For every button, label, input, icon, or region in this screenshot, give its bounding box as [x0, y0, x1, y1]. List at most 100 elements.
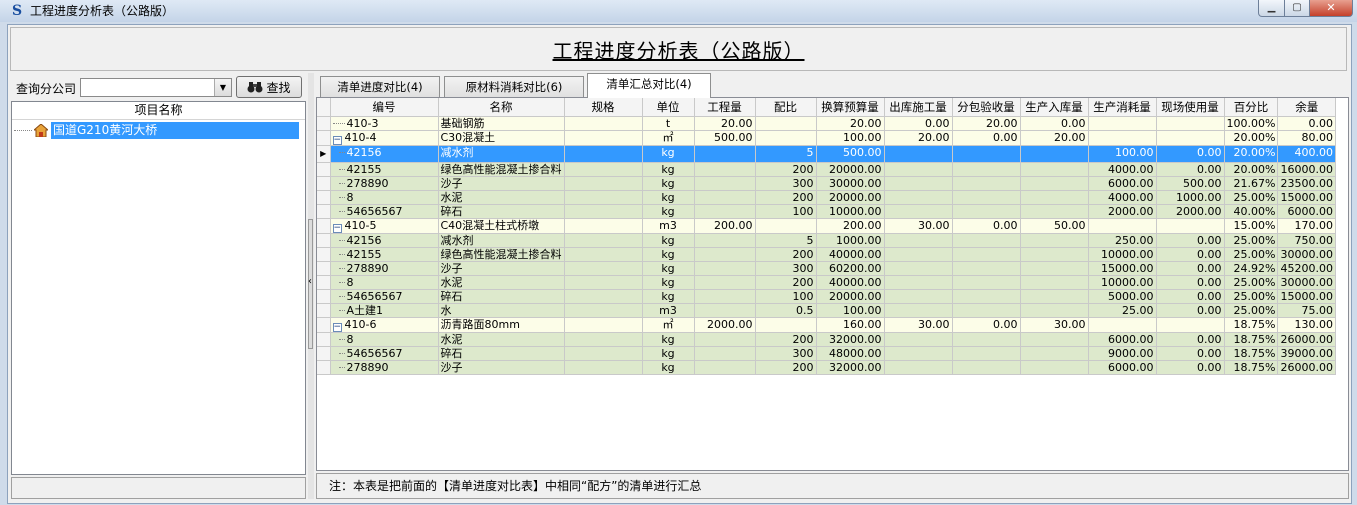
- table-cell[interactable]: kg: [642, 289, 695, 304]
- tab-list-summary[interactable]: 清单汇总对比(4): [587, 73, 711, 98]
- table-cell[interactable]: [884, 233, 953, 248]
- table-cell[interactable]: 0.00: [1156, 289, 1225, 304]
- table-row[interactable]: 42155 绿色高性能混凝土掺合料 kg 200 40000.00 10000.00 0.0…: [317, 247, 1336, 262]
- table-cell[interactable]: 500.00: [816, 145, 885, 163]
- chevron-down-icon[interactable]: ▼: [214, 79, 231, 96]
- table-cell[interactable]: [694, 275, 756, 290]
- table-cell[interactable]: [1020, 145, 1089, 163]
- table-cell[interactable]: 0.00: [1156, 275, 1225, 290]
- table-cell[interactable]: 0.00: [884, 116, 953, 131]
- column-header[interactable]: 工程量: [694, 98, 756, 117]
- table-cell[interactable]: [755, 218, 817, 234]
- table-cell[interactable]: [1020, 275, 1089, 290]
- table-cell[interactable]: [884, 145, 953, 163]
- table-cell[interactable]: 0.00: [952, 218, 1021, 234]
- table-cell[interactable]: [564, 176, 643, 191]
- table-cell[interactable]: 0.00: [1156, 233, 1225, 248]
- table-cell[interactable]: 0.00: [1277, 116, 1336, 131]
- table-cell[interactable]: 20.00: [816, 116, 885, 131]
- table-cell[interactable]: 0.00: [1156, 360, 1225, 375]
- table-cell[interactable]: [884, 360, 953, 375]
- table-cell[interactable]: 42156: [330, 233, 439, 248]
- table-cell[interactable]: 9000.00: [1088, 346, 1157, 361]
- table-cell[interactable]: kg: [642, 247, 695, 262]
- table-cell[interactable]: 减水剂: [438, 145, 565, 163]
- table-cell[interactable]: 60200.00: [816, 261, 885, 276]
- table-cell[interactable]: 300: [755, 176, 817, 191]
- table-cell[interactable]: 30000.00: [1277, 247, 1336, 262]
- current-row-arrow-icon[interactable]: ▶: [317, 145, 331, 163]
- table-cell[interactable]: ㎡: [642, 130, 695, 146]
- table-cell[interactable]: 100: [755, 204, 817, 219]
- table-cell[interactable]: 200: [755, 360, 817, 375]
- table-cell[interactable]: 200: [755, 275, 817, 290]
- table-cell[interactable]: [1020, 233, 1089, 248]
- company-select[interactable]: ▼: [80, 78, 232, 97]
- column-header[interactable]: 出库施工量: [884, 98, 953, 117]
- table-row[interactable]: 54656567 碎石 kg 300 48000.00 9000.00 0.00 18.75%…: [317, 346, 1336, 361]
- table-cell[interactable]: 25.00%: [1224, 233, 1279, 248]
- table-cell[interactable]: 25.00%: [1224, 303, 1279, 318]
- table-cell[interactable]: 40.00%: [1224, 204, 1279, 219]
- table-cell[interactable]: kg: [642, 346, 695, 361]
- table-cell[interactable]: 25.00%: [1224, 190, 1279, 205]
- table-cell[interactable]: [1020, 303, 1089, 318]
- table-cell[interactable]: 400.00: [1277, 145, 1336, 163]
- table-cell[interactable]: [755, 130, 817, 146]
- table-cell[interactable]: 6000.00: [1088, 332, 1157, 347]
- table-cell[interactable]: C30混凝土: [438, 130, 565, 146]
- table-cell[interactable]: [952, 360, 1021, 375]
- table-row[interactable]: 278890 沙子 kg 300 60200.00 15000.00 0.00 24.92% 4…: [317, 261, 1336, 276]
- row-indicator[interactable]: [317, 162, 331, 177]
- table-cell[interactable]: 水泥: [438, 275, 565, 290]
- table-cell[interactable]: 200: [755, 332, 817, 347]
- table-cell[interactable]: 80.00: [1277, 130, 1336, 146]
- row-indicator[interactable]: [317, 360, 331, 375]
- table-cell[interactable]: kg: [642, 261, 695, 276]
- table-cell[interactable]: 5: [755, 233, 817, 248]
- column-header[interactable]: 分包验收量: [952, 98, 1021, 117]
- table-cell[interactable]: 278890: [330, 261, 439, 276]
- table-cell[interactable]: 15000.00: [1277, 289, 1336, 304]
- table-cell[interactable]: 26000.00: [1277, 360, 1336, 375]
- table-cell[interactable]: 8: [330, 332, 439, 347]
- table-cell[interactable]: 25.00%: [1224, 247, 1279, 262]
- table-cell[interactable]: [884, 332, 953, 347]
- table-cell[interactable]: 20.00: [694, 116, 756, 131]
- table-cell[interactable]: [564, 145, 643, 163]
- table-cell[interactable]: 碎石: [438, 289, 565, 304]
- table-cell[interactable]: 54656567: [330, 346, 439, 361]
- column-header[interactable]: 百分比: [1224, 98, 1279, 117]
- table-row[interactable]: 42155 绿色高性能混凝土掺合料 kg 200 20000.00 4000.00 0.00…: [317, 162, 1336, 177]
- collapse-left-icon[interactable]: ‹: [308, 277, 312, 287]
- table-cell[interactable]: [1020, 360, 1089, 375]
- table-cell[interactable]: 20.00: [884, 130, 953, 146]
- table-cell[interactable]: [884, 303, 953, 318]
- table-cell[interactable]: 25.00: [1088, 303, 1157, 318]
- row-indicator[interactable]: [317, 317, 331, 333]
- table-cell[interactable]: [952, 145, 1021, 163]
- table-cell[interactable]: 基础钢筋: [438, 116, 565, 131]
- table-cell[interactable]: 100.00: [816, 303, 885, 318]
- table-row[interactable]: 278890 沙子 kg 300 30000.00 6000.00 500.00 21.67%…: [317, 176, 1336, 191]
- table-cell[interactable]: [564, 360, 643, 375]
- table-cell[interactable]: 碎石: [438, 346, 565, 361]
- table-cell[interactable]: 50.00: [1020, 218, 1089, 234]
- table-cell[interactable]: 100.00: [816, 130, 885, 146]
- table-cell[interactable]: 8: [330, 190, 439, 205]
- table-cell[interactable]: 20.00%: [1224, 145, 1279, 163]
- table-cell[interactable]: [1020, 247, 1089, 262]
- table-cell[interactable]: [564, 289, 643, 304]
- table-cell[interactable]: [564, 162, 643, 177]
- table-cell[interactable]: 碎石: [438, 204, 565, 219]
- table-cell[interactable]: 2000.00: [694, 317, 756, 333]
- table-cell[interactable]: 20.00%: [1224, 162, 1279, 177]
- table-cell[interactable]: 0.00: [1156, 332, 1225, 347]
- table-cell[interactable]: 170.00: [1277, 218, 1336, 234]
- table-cell[interactable]: 水泥: [438, 190, 565, 205]
- row-indicator[interactable]: [317, 176, 331, 191]
- table-cell[interactable]: [694, 332, 756, 347]
- table-cell[interactable]: [884, 261, 953, 276]
- collapse-node-icon[interactable]: −: [332, 323, 342, 332]
- table-cell[interactable]: [1020, 176, 1089, 191]
